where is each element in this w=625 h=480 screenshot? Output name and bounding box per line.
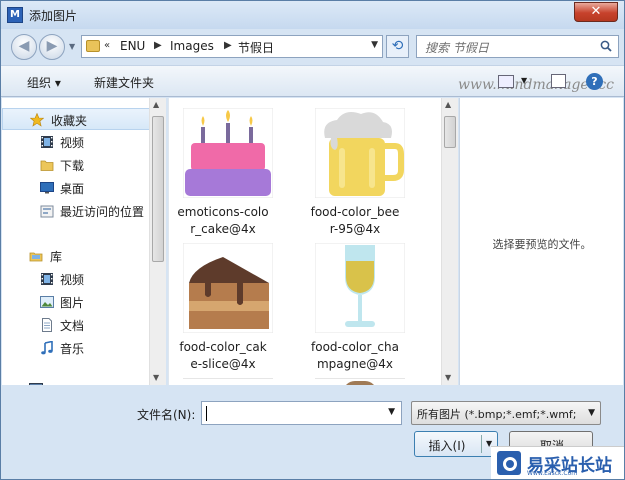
close-button[interactable]: ✕ — [574, 2, 618, 22]
address-bar[interactable]: « ENU ▶ Images ▶ 节假日 ▼ — [81, 35, 383, 58]
search-placeholder: 搜索 节假日 — [425, 41, 489, 55]
nav-item-desktop[interactable]: 桌面 — [2, 177, 150, 199]
breadcrumb-images[interactable]: Images — [170, 39, 214, 53]
nav-item-computer[interactable] — [2, 378, 150, 385]
nav-item-libraries[interactable]: 库 — [2, 245, 150, 267]
navigation-pane: 收藏夹 视频 下载 桌面 最近访问的位置 库 视频 图片 文档 音乐 ▲ ▼ — [2, 98, 166, 385]
insert-button[interactable]: 插入(I) ▼ — [414, 431, 498, 457]
nav-item-label: 下载 — [60, 159, 85, 173]
desktop-icon — [40, 182, 54, 194]
insert-label: 插入(I) — [428, 439, 466, 453]
navigation-scrollbar[interactable]: ▲ ▼ — [149, 98, 166, 385]
file-list-scrollbar[interactable]: ▲ ▼ — [441, 98, 458, 385]
file-item-partial[interactable] — [183, 378, 273, 385]
pictures-icon — [40, 296, 54, 308]
scroll-down-arrow[interactable]: ▼ — [445, 373, 451, 382]
overflow-chevron[interactable]: « — [104, 40, 110, 51]
nav-item-downloads[interactable]: 下载 — [2, 154, 150, 176]
navigation-bar: ◀ ▶ ▼ « ENU ▶ Images ▶ 节假日 ▼ ⟲ 搜索 节假日 — [1, 29, 624, 65]
nav-item-label: 收藏夹 — [51, 114, 88, 128]
documents-icon — [42, 318, 52, 332]
site-logo: 易采站长站 Www.Easck.Com — [491, 446, 624, 479]
preview-message: 选择要预览的文件。 — [492, 238, 592, 251]
folder-icon — [40, 160, 54, 171]
text-caret — [206, 406, 207, 421]
cake-slice-thumbnail — [183, 243, 273, 333]
search-input[interactable]: 搜索 节假日 — [416, 35, 619, 58]
champagne-thumbnail — [315, 243, 405, 333]
breadcrumb-separator[interactable]: ▶ — [154, 40, 162, 51]
breadcrumb-holidays[interactable]: 节假日 — [238, 39, 274, 56]
file-name-label: emoticons-colo r_cake@4x — [177, 205, 269, 236]
file-name-label: food-color_bee r-95@4x — [310, 205, 400, 236]
video-icon — [41, 273, 53, 285]
nav-item-label: 文档 — [60, 319, 85, 333]
preview-pane: 选择要预览的文件。 — [459, 98, 623, 385]
title-bar[interactable]: M 添加图片 ✕ — [1, 1, 624, 29]
nav-item-label: 桌面 — [60, 182, 85, 196]
beer-thumbnail — [315, 108, 405, 198]
file-item-partial[interactable] — [315, 378, 405, 385]
scroll-thumb[interactable] — [444, 116, 456, 148]
back-button[interactable]: ◀ — [11, 34, 37, 60]
nav-item-label: 音乐 — [60, 342, 85, 356]
chevron-down-icon[interactable]: ▼ — [521, 76, 527, 85]
scroll-thumb[interactable] — [152, 116, 164, 262]
recent-locations-dropdown[interactable]: ▼ — [69, 42, 75, 51]
organize-button[interactable]: 组织 ▾ — [27, 74, 61, 91]
search-icon[interactable] — [600, 40, 612, 52]
nav-item-label: 视频 — [60, 136, 85, 150]
music-icon — [41, 341, 53, 355]
recent-places-icon — [40, 205, 54, 218]
chevron-down-icon[interactable]: ▼ — [388, 407, 395, 417]
nav-item-pictures[interactable]: 图片 — [2, 291, 150, 313]
star-icon — [30, 113, 44, 127]
nav-item-label: 视频 — [60, 273, 85, 287]
split-divider — [481, 435, 482, 453]
command-bar: 组织 ▾ 新建文件夹 www.mindmanager.cc ▼ ? — [1, 65, 624, 97]
refresh-button[interactable]: ⟲ — [386, 35, 409, 58]
nav-item-label: 库 — [50, 250, 63, 264]
forward-button[interactable]: ▶ — [39, 34, 65, 60]
breadcrumb-enu[interactable]: ENU — [120, 39, 145, 53]
file-name-label: food-color_cha mpagne@4x — [311, 340, 399, 371]
logo-subtext: Www.Easck.Com — [527, 470, 578, 477]
change-view-icon[interactable] — [498, 75, 514, 88]
file-type-value: 所有图片 (*.bmp;*.emf;*.wmf; — [417, 408, 577, 421]
filename-input[interactable]: ▼ — [201, 401, 402, 425]
nav-item-documents[interactable]: 文档 — [2, 314, 150, 336]
file-type-select[interactable]: 所有图片 (*.bmp;*.emf;*.wmf; ▼ — [411, 401, 601, 425]
file-list: emoticons-colo r_cake@4x food-color_bee r-… — [168, 98, 458, 385]
file-name-label: food-color_cak e-slice@4x — [179, 340, 267, 371]
video-icon — [41, 136, 53, 148]
nav-item-music[interactable]: 音乐 — [2, 337, 150, 359]
chevron-down-icon[interactable]: ▼ — [588, 408, 595, 418]
help-icon[interactable]: ? — [586, 73, 603, 90]
cake-thumbnail — [183, 108, 273, 198]
folder-icon — [86, 40, 100, 52]
preview-pane-icon[interactable] — [551, 74, 566, 88]
window-title: 添加图片 — [29, 9, 78, 23]
scroll-down-arrow[interactable]: ▼ — [153, 373, 159, 382]
logo-icon — [497, 451, 521, 475]
app-icon: M — [7, 7, 23, 23]
nav-item-library-videos[interactable]: 视频 — [2, 268, 150, 290]
breadcrumb-separator[interactable]: ▶ — [224, 40, 232, 51]
nav-item-label: 最近访问的位置 — [60, 205, 145, 219]
scroll-up-arrow[interactable]: ▲ — [445, 100, 451, 109]
nav-item-label: 图片 — [60, 296, 85, 310]
new-folder-button[interactable]: 新建文件夹 — [94, 74, 154, 91]
nav-item-recent-places[interactable]: 最近访问的位置 — [2, 200, 150, 222]
nav-item-videos[interactable]: 视频 — [2, 131, 150, 153]
insert-picture-dialog: M 添加图片 ✕ ◀ ▶ ▼ « ENU ▶ Images ▶ 节假日 ▼ ⟲ … — [0, 0, 625, 480]
scroll-up-arrow[interactable]: ▲ — [153, 100, 159, 109]
filename-label: 文件名(N): — [137, 408, 196, 422]
library-icon — [29, 252, 43, 262]
nav-item-favorites[interactable]: 收藏夹 — [2, 108, 150, 130]
chevron-down-icon[interactable]: ▼ — [371, 40, 378, 50]
